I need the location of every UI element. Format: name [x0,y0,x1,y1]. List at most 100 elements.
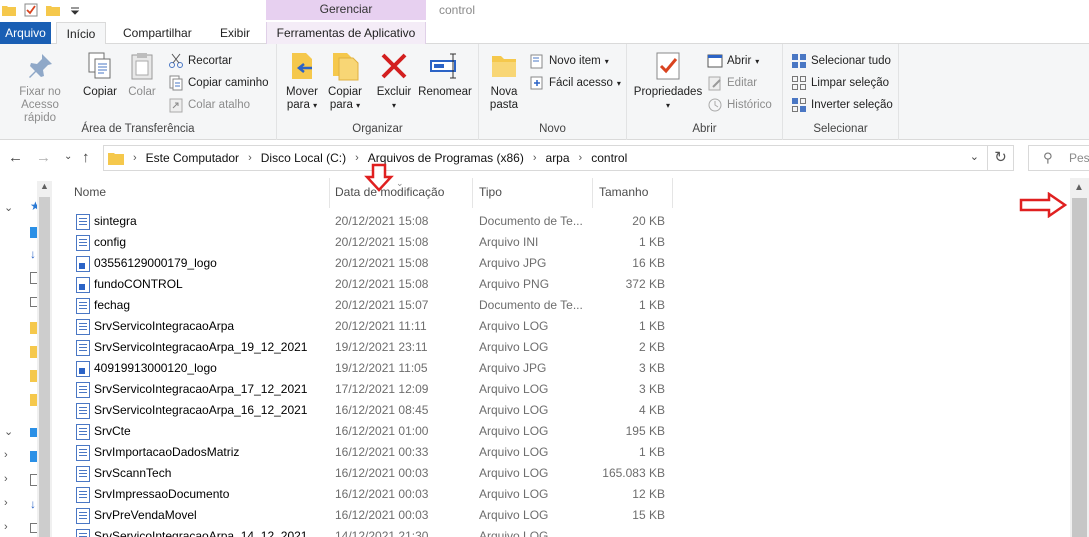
column-header-size[interactable]: Tamanho [593,178,673,208]
easy-access-button[interactable]: Fácil acesso ▾ [529,75,621,91]
nav-item[interactable] [2,366,38,386]
scrollbar-thumb[interactable] [1072,198,1087,537]
breadcrumb-separator-icon[interactable]: › [579,152,583,164]
nav-item[interactable] [2,318,38,338]
nav-item[interactable]: › [2,518,38,537]
refresh-icon[interactable]: ↻ [988,145,1014,171]
tab-arquivo[interactable]: Arquivo [0,22,51,44]
scroll-up-icon[interactable]: ▲ [40,181,49,191]
table-row[interactable]: config 20/12/2021 15:08 Arquivo INI 1 KB [72,232,672,253]
select-all-button[interactable]: Selecionar tudo [791,53,891,69]
search-input[interactable]: ⚲ Pes [1028,145,1089,171]
column-header-type[interactable]: Tipo [473,178,593,208]
table-row[interactable]: SrvServicoIntegracaoArpa_19_12_2021 19/12… [72,337,672,358]
nav-item-this-pc[interactable]: ⌄ [2,422,40,442]
tab-exibir[interactable]: Exibir [212,22,258,44]
copy-to-button[interactable]: Copiar para ▾ [325,50,365,112]
table-row[interactable]: SrvImportacaoDadosMatriz 16/12/2021 00:33… [72,442,672,463]
text-file-icon [76,466,90,482]
navigation-scrollbar[interactable]: ▲ [37,181,52,537]
column-header-name[interactable]: Nome [68,178,330,208]
scrollbar-thumb[interactable] [39,197,50,537]
invert-selection-button[interactable]: Inverter seleção [791,97,893,113]
tab-inicio[interactable]: Início [56,22,106,45]
search-placeholder: Pes [1069,151,1089,165]
table-row[interactable]: 40919913000120_logo 19/12/2021 11:05 Arqui… [72,358,672,379]
breadcrumb-separator-icon[interactable]: › [533,152,537,164]
nav-item[interactable]: › [2,470,38,490]
nav-item-quick-access[interactable]: ⌄ ★ [2,198,40,218]
folder-icon[interactable] [2,3,16,17]
copy-path-button[interactable]: Copiar caminho [168,75,269,91]
back-arrow-icon[interactable]: ← [8,149,23,166]
image-file-icon [76,277,90,293]
history-button[interactable]: Histórico [707,97,772,113]
copy-path-icon [169,75,183,91]
file-type: Documento de Te... [479,298,583,312]
nav-item[interactable] [2,222,38,242]
table-row[interactable]: SrvServicoIntegracaoArpa 20/12/2021 11:11… [72,316,672,337]
breadcrumb-item[interactable]: control [591,151,627,165]
properties-icon[interactable] [24,3,38,17]
move-to-button[interactable]: Mover para ▾ [283,50,321,112]
delete-button[interactable]: Excluir ▾ [374,50,414,112]
breadcrumb-item[interactable]: Este Computador [146,151,239,165]
up-arrow-icon[interactable]: ↑ [82,149,90,166]
breadcrumb-separator-icon[interactable]: › [248,152,252,164]
table-row[interactable]: SrvServicoIntegracaoArpa_16_12_2021 16/12… [72,400,672,421]
customize-toolbar-icon[interactable] [68,3,82,17]
pin-quick-access-button[interactable]: Fixar no Acesso rápido [4,50,76,125]
nav-item[interactable]: ↓ [2,244,36,264]
text-file-icon [76,529,90,537]
nav-item[interactable] [2,390,38,410]
file-list-scrollbar[interactable]: ▲ [1070,178,1089,537]
recent-locations-chevron-icon[interactable]: ⌄ [64,151,72,162]
table-row[interactable]: 03556129000179_logo 20/12/2021 15:08 Arqui… [72,253,672,274]
paste-shortcut-button[interactable]: Colar atalho [168,97,250,113]
table-row[interactable]: SrvScannTech 16/12/2021 00:03 Arquivo LOG 1… [72,463,672,484]
tab-ferramentas-aplicativo[interactable]: Ferramentas de Aplicativo [266,22,426,44]
nav-item[interactable] [2,268,38,288]
table-row[interactable]: fundoCONTROL 20/12/2021 15:08 Arquivo PNG 3… [72,274,672,295]
address-dropdown-icon[interactable]: ⌄ [970,150,979,163]
table-row[interactable]: SrvImpressaoDocumento 16/12/2021 00:03 Arq… [72,484,672,505]
text-file-icon [76,340,90,356]
file-name: sintegra [94,214,137,228]
table-row[interactable]: SrvServicoIntegracaoArpa_14_12_2021 14/12… [72,526,672,537]
forward-arrow-icon[interactable]: → [36,149,51,166]
cut-button[interactable]: Recortar [168,53,232,69]
new-folder-button[interactable]: Nova pasta [485,50,523,112]
new-item-button[interactable]: Novo item ▾ [529,53,609,69]
breadcrumb-item[interactable]: Disco Local (C:) [261,151,346,165]
copy-button[interactable]: Copiar [80,50,120,99]
edit-button[interactable]: Editar [707,75,757,91]
file-name: SrvPreVendaMovel [94,508,197,522]
breadcrumb-separator-icon[interactable]: › [355,152,359,164]
nav-item[interactable]: › [2,446,38,466]
breadcrumb-item[interactable]: arpa [546,151,570,165]
table-row[interactable]: SrvCte 16/12/2021 01:00 Arquivo LOG 195 KB [72,421,672,442]
nav-item[interactable]: › ↓ [2,494,36,514]
open-button[interactable]: Abrir ▾ [707,53,759,69]
paste-button[interactable]: Colar [124,50,160,99]
file-size [592,526,665,537]
file-date-modified: 16/12/2021 08:45 [335,403,429,417]
nav-item[interactable] [2,342,38,362]
tab-compartilhar[interactable]: Compartilhar [115,22,200,44]
table-row[interactable]: sintegra 20/12/2021 15:08 Documento de Te.… [72,211,672,232]
file-date-modified: 16/12/2021 00:03 [335,466,429,480]
table-row[interactable]: fechag 20/12/2021 15:07 Documento de Te...… [72,295,672,316]
scroll-up-icon[interactable]: ▲ [1074,182,1084,193]
new-folder-icon[interactable] [46,3,60,17]
select-none-button[interactable]: Limpar seleção [791,75,889,91]
table-row[interactable]: SrvServicoIntegracaoArpa_17_12_2021 17/12… [72,379,672,400]
nav-item[interactable] [2,292,38,312]
rename-button[interactable]: Renomear [417,50,473,99]
file-type: Arquivo LOG [479,319,549,333]
properties-button[interactable]: Propriedades ▾ [631,50,705,112]
file-size: 3 KB [638,382,665,396]
address-bar[interactable]: › Este Computador › Disco Local (C:) › A… [103,145,988,171]
breadcrumb-separator-icon[interactable]: › [133,152,137,164]
table-row[interactable]: SrvPreVendaMovel 16/12/2021 00:03 Arquivo … [72,505,672,526]
file-date-modified: 16/12/2021 00:03 [335,508,429,522]
